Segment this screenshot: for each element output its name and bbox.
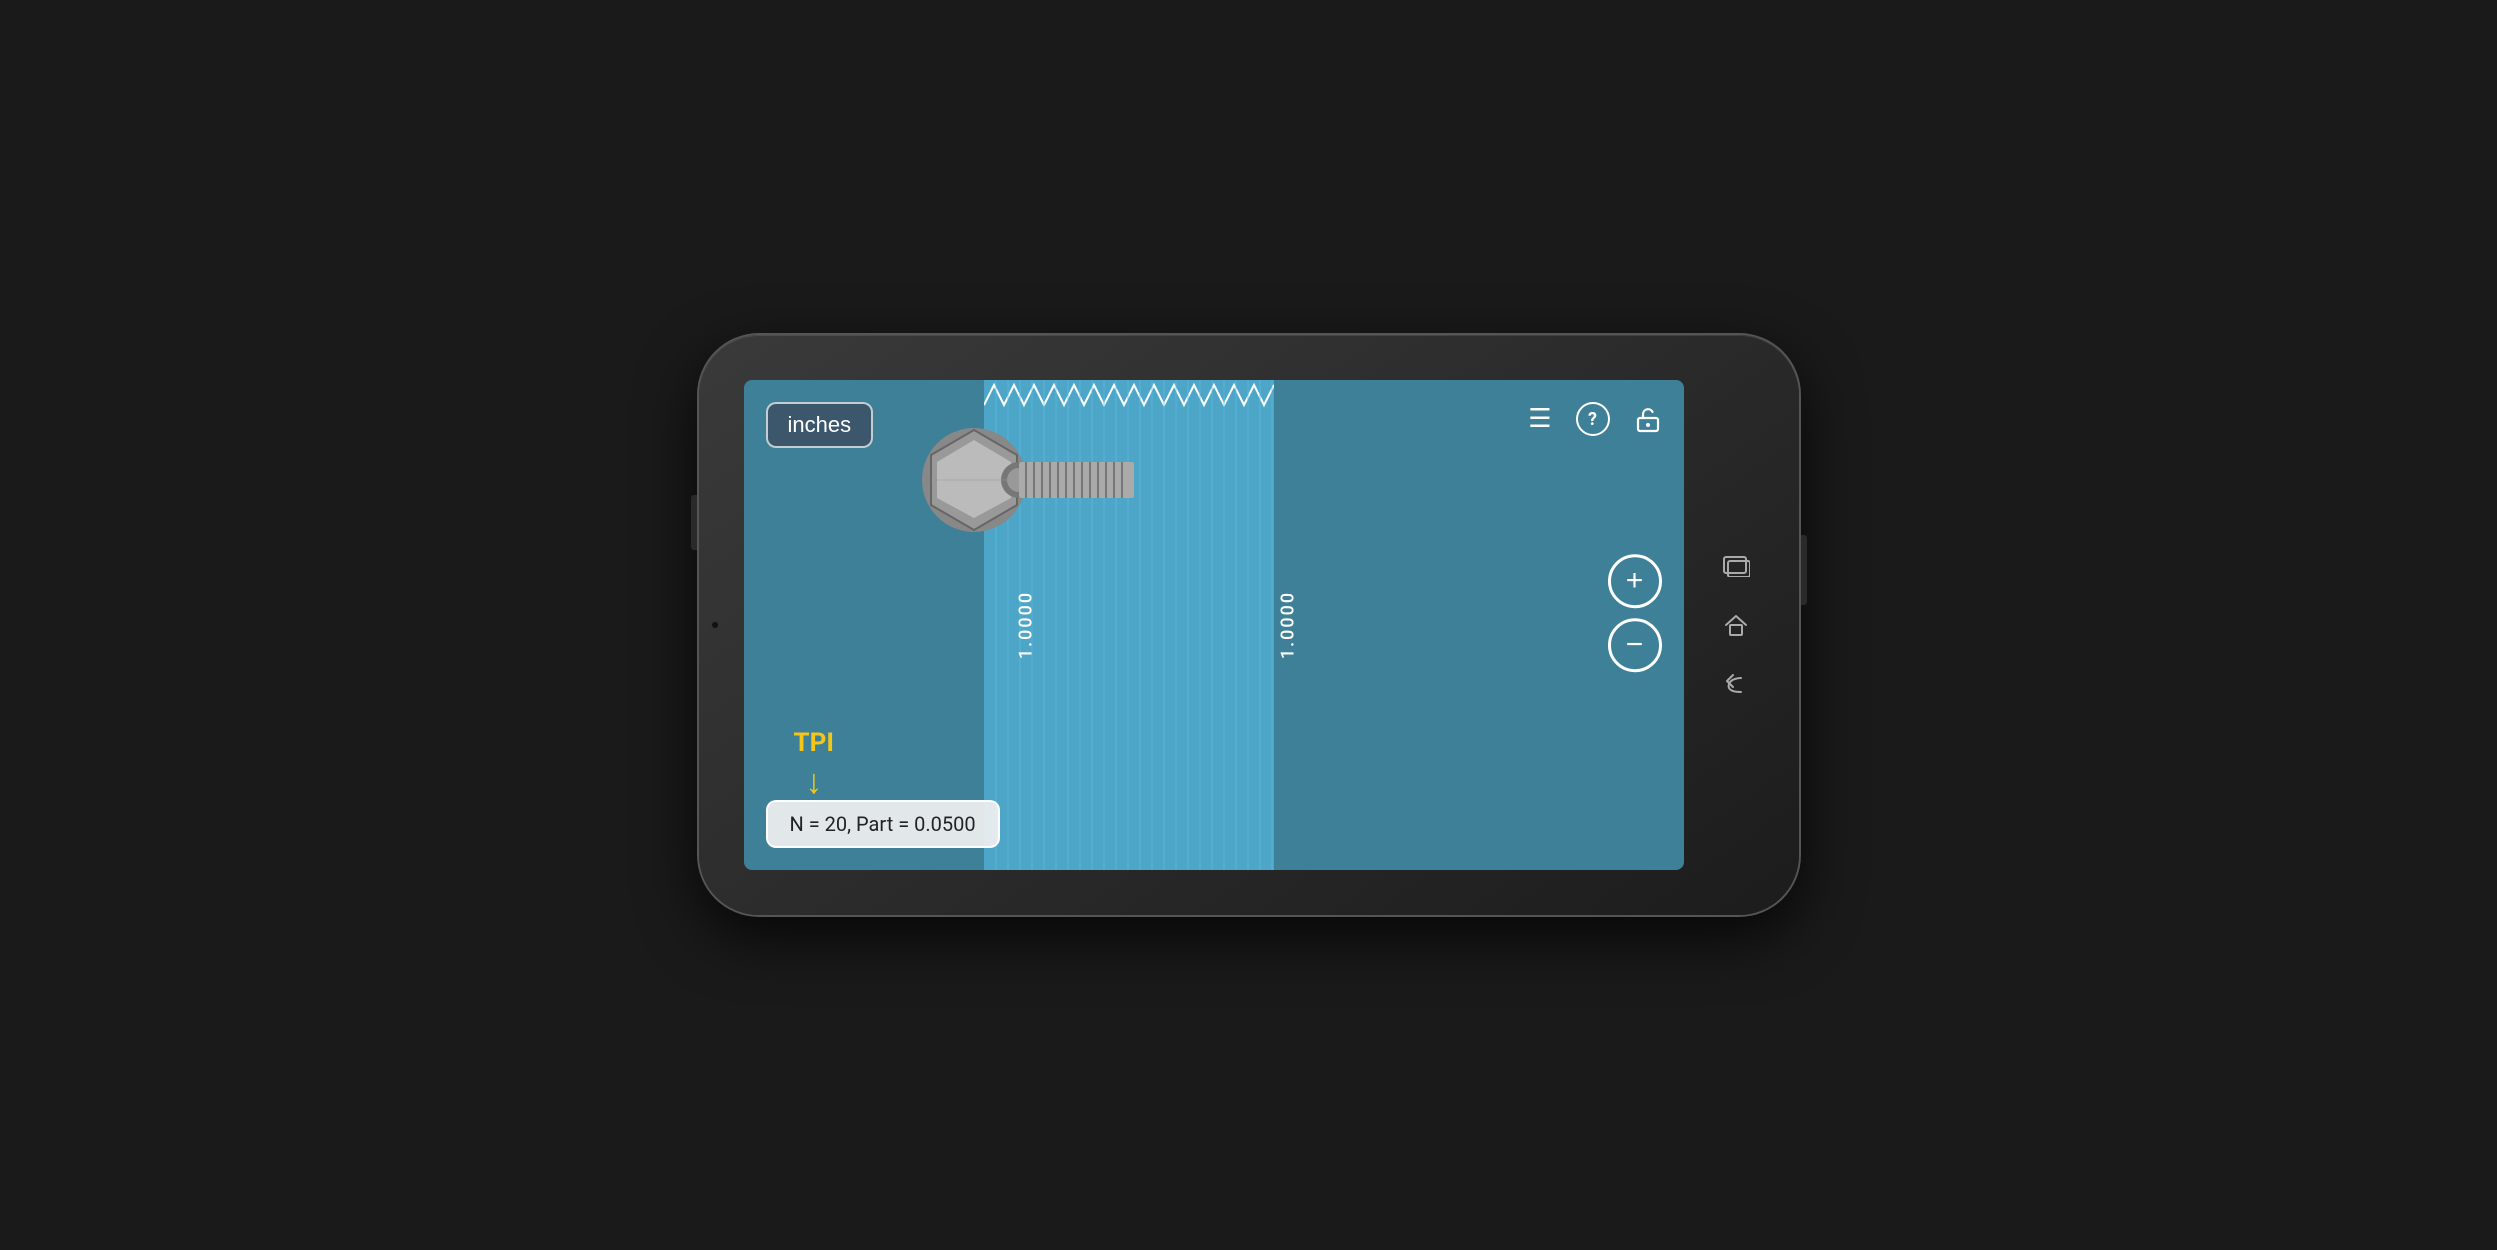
screw-image: [914, 390, 1134, 580]
zoom-controls: + −: [1608, 554, 1662, 672]
phone-screen: inches ☰ ? 1.0000 1.0000 + − TPI ↓: [744, 380, 1684, 870]
tpi-indicator: TPI ↓: [794, 728, 834, 810]
recent-apps-button[interactable]: [1722, 555, 1750, 577]
menu-icon[interactable]: ☰: [1528, 404, 1551, 434]
tpi-arrow-icon: ↓: [794, 762, 834, 802]
zoom-in-button[interactable]: +: [1608, 554, 1662, 608]
front-camera: [711, 621, 719, 629]
zoom-out-button[interactable]: −: [1608, 618, 1662, 672]
home-button[interactable]: [1723, 612, 1749, 638]
toolbar: ☰ ?: [1528, 402, 1661, 436]
lock-icon[interactable]: [1634, 405, 1662, 433]
volume-button[interactable]: [691, 495, 697, 550]
measurement-right: 1.0000: [1277, 591, 1298, 659]
android-nav-buttons: [1701, 335, 1771, 915]
unit-toggle-button[interactable]: inches: [766, 402, 874, 448]
phone-device: inches ☰ ? 1.0000 1.0000 + − TPI ↓: [699, 335, 1799, 915]
power-button[interactable]: [1801, 535, 1807, 605]
help-icon[interactable]: ?: [1576, 402, 1610, 436]
measurement-left: 1.0000: [1015, 591, 1036, 659]
tpi-label: TPI: [794, 728, 834, 758]
info-display-box: N = 20, Part = 0.0500: [766, 800, 1000, 848]
back-button[interactable]: [1723, 673, 1749, 695]
